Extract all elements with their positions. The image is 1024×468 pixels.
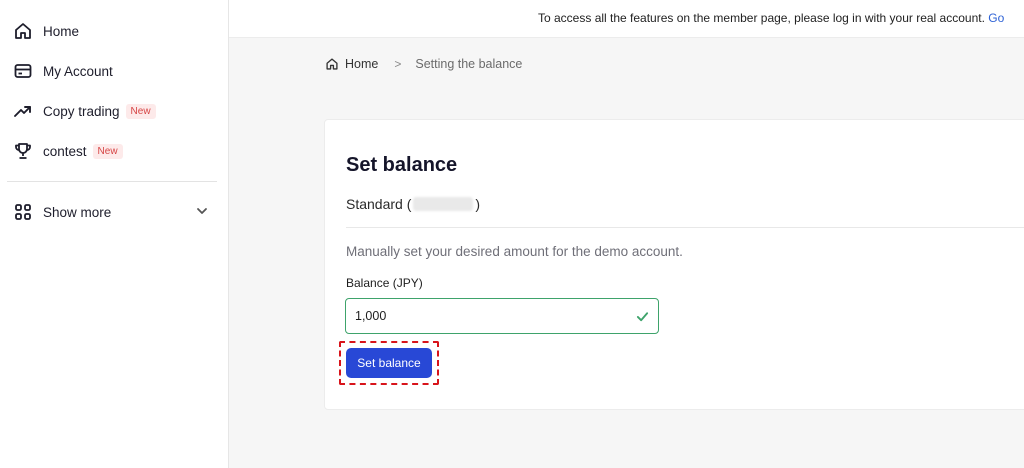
trend-up-icon — [13, 101, 33, 121]
breadcrumb-home[interactable]: Home — [345, 57, 378, 71]
show-more-label: Show more — [43, 204, 112, 220]
sidebar: Home My Account Copy trading New contest… — [0, 0, 229, 468]
grid-icon — [13, 202, 33, 222]
new-badge: New — [125, 103, 156, 119]
description-text: Manually set your desired amount for the… — [346, 244, 683, 259]
app-window: Home My Account Copy trading New contest… — [0, 0, 1024, 468]
sidebar-item-contest[interactable]: contest New — [0, 131, 229, 171]
sidebar-item-home[interactable]: Home — [0, 11, 229, 51]
page-title: Set balance — [346, 154, 458, 176]
notice-bar: To access all the features on the member… — [229, 0, 1024, 38]
sidebar-item-label: Home — [43, 23, 80, 39]
set-balance-card: Set balance Standard ( ) Manually set yo… — [324, 119, 1024, 410]
sidebar-item-label: contest — [43, 143, 87, 159]
balance-label: Balance (JPY) — [346, 276, 423, 290]
new-badge: New — [92, 143, 123, 159]
redacted-account-id — [413, 197, 474, 211]
chevron-down-icon — [197, 208, 207, 214]
card-divider — [346, 227, 1024, 228]
sidebar-item-label: Copy trading — [43, 103, 120, 119]
account-type: Standard ( — [346, 196, 412, 212]
breadcrumb-separator: > — [394, 57, 402, 71]
breadcrumb-current: Setting the balance — [415, 57, 523, 71]
sidebar-item-label: My Account — [43, 63, 113, 79]
check-icon — [636, 312, 649, 322]
card-icon — [13, 61, 33, 81]
sidebar-show-more[interactable]: Show more — [0, 192, 229, 232]
balance-field-wrapper — [345, 298, 659, 334]
set-balance-button[interactable]: Set balance — [346, 348, 432, 378]
sidebar-item-copy-trading[interactable]: Copy trading New — [0, 91, 229, 131]
home-icon — [13, 21, 33, 41]
main-content: To access all the features on the member… — [229, 0, 1024, 468]
trophy-icon — [13, 141, 33, 161]
notice-message: To access all the features on the member… — [538, 11, 985, 25]
notice-link[interactable]: Go — [988, 11, 1004, 25]
home-icon — [326, 58, 338, 70]
account-suffix: ) — [475, 196, 481, 212]
breadcrumb: Home > Setting the balance — [325, 56, 522, 72]
sidebar-divider — [7, 181, 217, 182]
notice-text: To access all the features on the member… — [538, 11, 1004, 25]
sidebar-item-my-account[interactable]: My Account — [0, 51, 229, 91]
account-info: Standard ( ) — [346, 196, 480, 212]
balance-input[interactable] — [346, 299, 658, 333]
